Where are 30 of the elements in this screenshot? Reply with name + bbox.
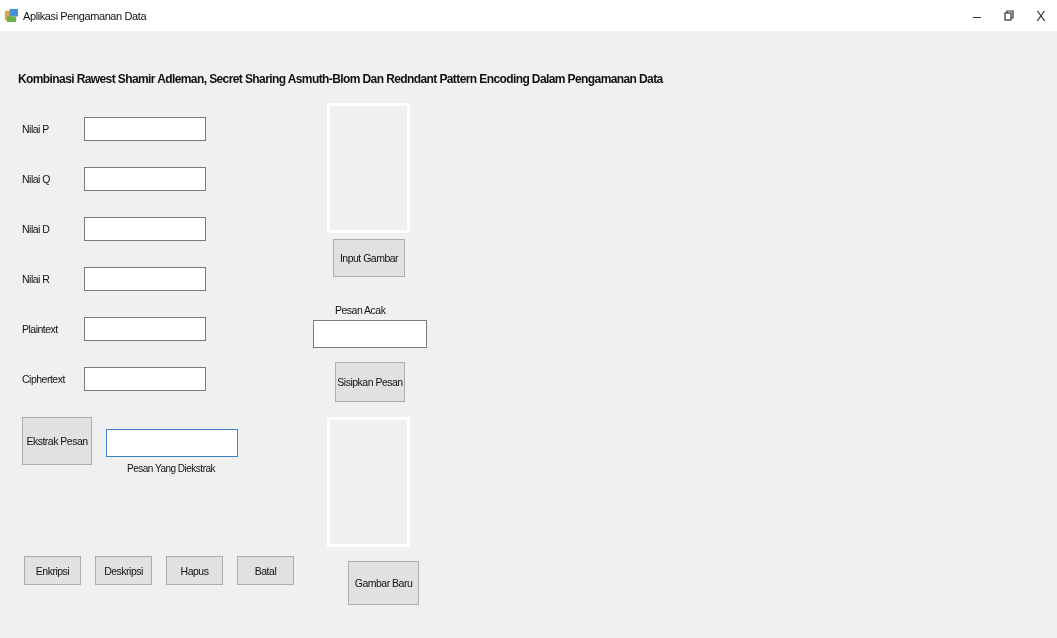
field-label: Nilai Q [22,173,51,185]
window-title: Aplikasi Pengamanan Data [23,9,147,22]
restore-icon [1004,10,1014,21]
input-field[interactable] [106,429,238,457]
input-image-button[interactable]: Input Gambar [333,239,405,277]
field-label: Ciphertext [22,373,67,385]
input-field[interactable] [84,117,206,141]
field-label: Nilai R [22,273,51,285]
minimize-button[interactable]: – [961,1,993,30]
field-label: Nilai D [22,223,51,235]
extract-button[interactable]: Ekstrak Pesan [22,417,92,465]
input-field[interactable] [84,167,206,191]
action-button[interactable]: Enkripsi [24,556,81,585]
input-field[interactable] [313,320,427,348]
new-image-button[interactable]: Gambar Baru [348,561,419,605]
insert-button[interactable]: Sisipkan Pesan [335,362,405,402]
field-label: Plaintext [22,323,59,335]
field-label: Nilai P [22,123,50,135]
input-field[interactable] [84,317,206,341]
input-field[interactable] [84,367,206,391]
input-field[interactable] [84,217,206,241]
action-button[interactable]: Batal [237,556,294,585]
field-label: Pesan Yang Diekstrak [127,463,217,474]
close-button[interactable]: X [1025,1,1057,30]
field-label: Pesan Acak [335,304,386,316]
action-button[interactable]: Hapus [166,556,223,585]
app-icon [4,8,19,23]
action-button[interactable]: Deskripsi [95,556,152,585]
input-field[interactable] [84,267,206,291]
heading: Kombinasi Rawest Shamir Adleman, Secret Sharing Asmuth-Blom Dan Redndant Pattern Encoding Dalam Pengamanan Data [18,72,665,86]
